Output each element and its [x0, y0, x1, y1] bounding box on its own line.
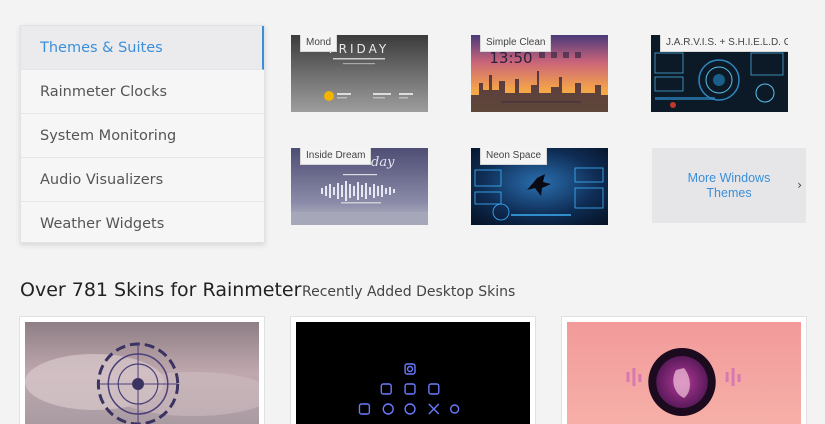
theme-label-inside-dream: Inside Dream: [300, 148, 372, 165]
theme-card-neon-space[interactable]: Neon Space: [471, 148, 608, 225]
chevron-right-icon: ›: [797, 178, 802, 192]
theme-card-mond[interactable]: Mond FRIDAY: [291, 35, 428, 112]
skin-card[interactable]: [290, 316, 536, 424]
sidebar-item-themes-suites[interactable]: Themes & Suites: [21, 26, 264, 70]
skin-preview-image: [567, 322, 801, 424]
theme-card-simple-clean[interactable]: Simple Clean 13:50: [471, 35, 608, 112]
sidebar-item-weather-widgets[interactable]: Weather Widgets: [21, 202, 264, 246]
skin-preview-image: [296, 322, 530, 424]
section-title: Over 781 Skins for Rainmeter: [20, 279, 302, 301]
skin-card[interactable]: [19, 316, 265, 424]
theme-label-neon-space: Neon Space: [480, 148, 548, 165]
sidebar-item-audio-visualizers[interactable]: Audio Visualizers: [21, 158, 264, 202]
more-windows-themes-label: More Windows Themes: [687, 170, 771, 200]
svg-text:day: day: [371, 155, 395, 170]
skin-card[interactable]: [561, 316, 807, 424]
sidebar-item-system-monitoring[interactable]: System Monitoring: [21, 114, 264, 158]
more-windows-themes-button[interactable]: More Windows Themes ›: [652, 148, 806, 223]
skin-preview-image: [25, 322, 259, 424]
theme-label-jarvis: J.A.R.V.I.S. + S.H.I.E.L.D. OS: [660, 35, 788, 52]
theme-card-inside-dream[interactable]: Inside Dream day: [291, 148, 428, 225]
sidebar-item-rainmeter-clocks[interactable]: Rainmeter Clocks: [21, 70, 264, 114]
section-subtitle: Recently Added Desktop Skins: [302, 284, 516, 300]
theme-card-jarvis[interactable]: J.A.R.V.I.S. + S.H.I.E.L.D. OS: [651, 35, 788, 112]
theme-label-mond: Mond: [300, 35, 338, 52]
svg-text:FRIDAY: FRIDAY: [329, 42, 389, 56]
theme-label-simple-clean: Simple Clean: [480, 35, 552, 52]
category-sidebar: Themes & Suites Rainmeter Clocks System …: [20, 25, 265, 243]
